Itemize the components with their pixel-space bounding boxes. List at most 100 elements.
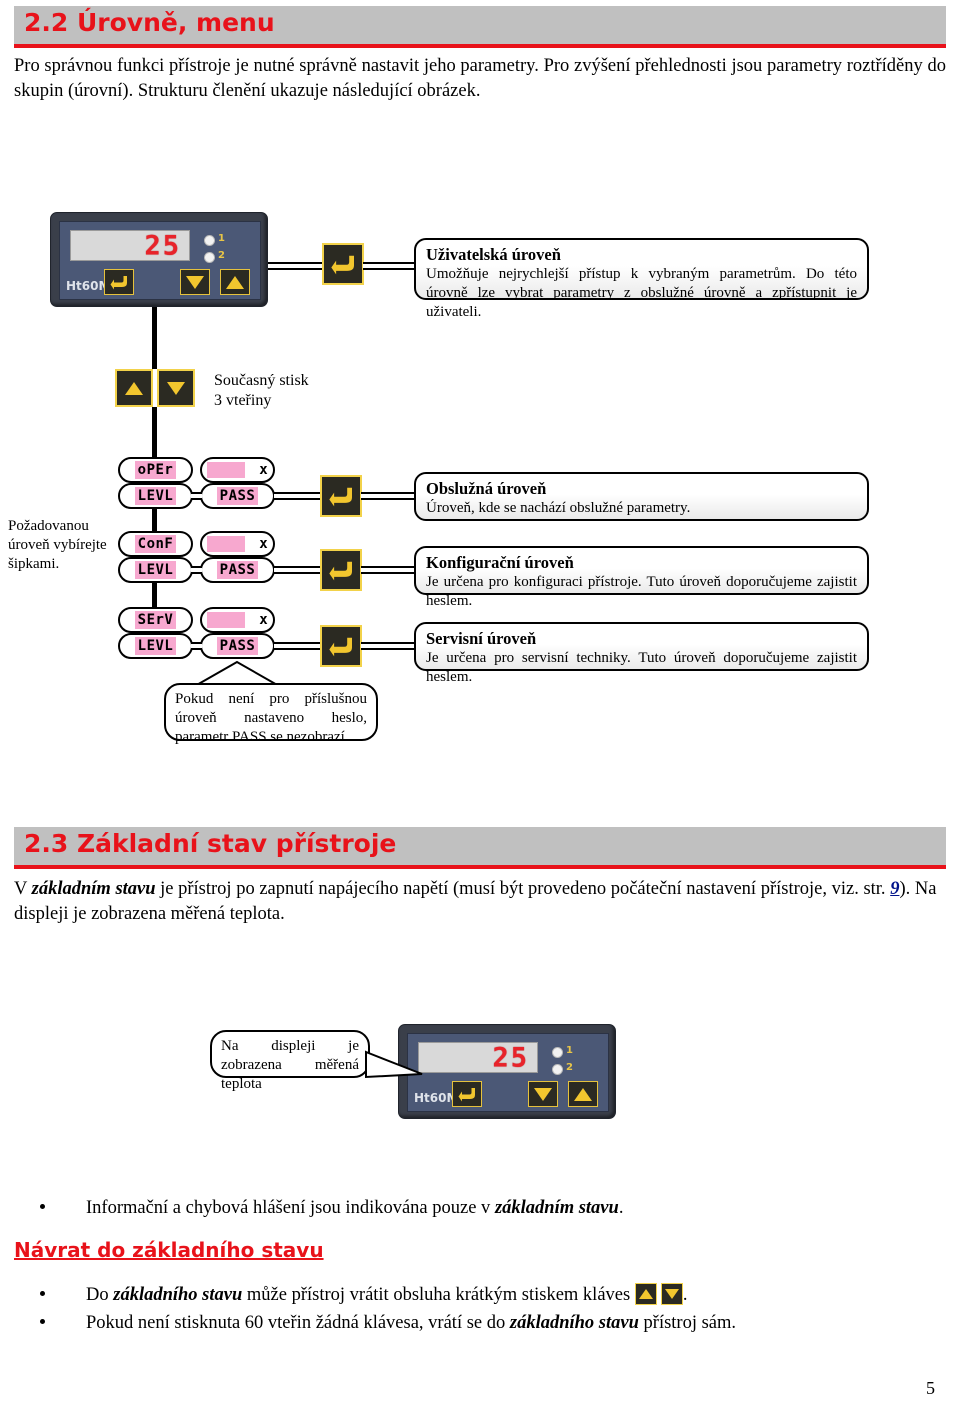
pass-value-blank-2 bbox=[207, 536, 246, 552]
section-2-3-rule bbox=[14, 865, 946, 869]
section-2-2-header-bar: 2.2 Úrovně, menu bbox=[14, 6, 946, 44]
led-label-1: 1 bbox=[218, 233, 225, 244]
connector-pass-to-enter-2 bbox=[274, 566, 322, 574]
config-level-description-box: Konfigurační úroveň Je určena pro konfig… bbox=[414, 546, 869, 609]
operator-level-description-box: Obslužná úroveň Úroveň, kde se nachází o… bbox=[414, 472, 869, 521]
pass-value-x-3: x bbox=[259, 612, 268, 628]
operator-level-body: Úroveň, kde se nachází obslužné parametr… bbox=[426, 500, 691, 516]
inline-up-key bbox=[634, 1283, 657, 1305]
bullet3-part-c: přístroj sám. bbox=[638, 1313, 737, 1333]
enter-arrow-icon bbox=[453, 1082, 481, 1106]
bullet-timeout-return: Pokud není stisknuta 60 vteřin žádná klá… bbox=[40, 1311, 900, 1336]
bullet1-part-a: Informační a chybová hlášení jsou indiko… bbox=[86, 1198, 495, 1218]
level-pass-pill-x-1: x bbox=[200, 457, 275, 483]
triangle-up-icon bbox=[569, 1082, 597, 1106]
pass-note-text: Pokud není pro příslušnou úroveň nastave… bbox=[175, 691, 367, 745]
led-label-2-bottom: 2 bbox=[566, 1062, 573, 1073]
connector-levl-pass-3 bbox=[191, 642, 202, 650]
simultaneous-press-note: Současný stisk 3 vteřiny bbox=[214, 371, 434, 411]
intro-part-a: V bbox=[14, 879, 32, 899]
enter-arrow-icon bbox=[324, 245, 362, 283]
level-pass-pill-3: PASS bbox=[200, 633, 275, 659]
pass-value-x-2: x bbox=[259, 536, 268, 552]
device-enter-key-bottom[interactable] bbox=[452, 1081, 482, 1107]
bullet2-part-b: základního stavu bbox=[113, 1285, 243, 1305]
bullet2-part-c: může přístroj vrátit obsluha krátkým sti… bbox=[242, 1285, 631, 1305]
select-note-line-1: Požadovanou bbox=[8, 518, 89, 534]
user-level-description-box: Uživatelská úroveň Umožňuje nejrychlejší… bbox=[414, 238, 869, 320]
service-level-body: Je určena pro servisní techniky. Tuto úr… bbox=[426, 650, 857, 685]
led-indicator-1 bbox=[204, 235, 215, 246]
level-code-pill-levl-3: LEVL bbox=[118, 633, 193, 659]
level-code-pill-conf: ConF bbox=[118, 531, 193, 557]
enter-arrow-icon bbox=[322, 551, 360, 589]
select-note-line-2: úroveň vybírejte bbox=[8, 537, 107, 553]
device-display-value-bottom: 25 bbox=[492, 1042, 529, 1073]
connector-enter-to-desc-3 bbox=[361, 642, 418, 650]
inline-down-key bbox=[660, 1283, 683, 1305]
enter-arrow-icon bbox=[322, 627, 360, 665]
select-note-line-3: šipkami. bbox=[8, 556, 60, 572]
section-2-3-intro-paragraph: V základním stavu je přístroj po zapnutí… bbox=[14, 877, 946, 927]
level-code-levl-2: LEVL bbox=[134, 561, 177, 579]
connector-levl-pass-2 bbox=[191, 566, 202, 574]
connector-enter-to-desc-1 bbox=[361, 492, 418, 500]
triangle-down-icon bbox=[529, 1082, 557, 1106]
page-number: 5 bbox=[926, 1378, 935, 1398]
enter-arrow-icon bbox=[105, 270, 133, 294]
triangle-up-icon bbox=[636, 1284, 656, 1304]
diagram-enter-key-user bbox=[322, 243, 364, 285]
level-pass-pill-1: PASS bbox=[200, 483, 275, 509]
device-display-value: 25 bbox=[144, 230, 181, 261]
device-faceplate: 25 1 2 Ht60M bbox=[59, 221, 261, 300]
user-level-title: Uživatelská úroveň bbox=[426, 245, 561, 264]
device-enter-key[interactable] bbox=[104, 269, 134, 295]
level-code-pill-serv: SErV bbox=[118, 607, 193, 633]
section-2-2-rule bbox=[14, 44, 946, 48]
section-2-2-intro-paragraph: Pro správnou funkci přístroje je nutné s… bbox=[14, 56, 946, 101]
service-level-description-box: Servisní úroveň Je určena pro servisní t… bbox=[414, 622, 869, 685]
led-label-2: 2 bbox=[218, 250, 225, 261]
pass-label-3: PASS bbox=[216, 637, 259, 655]
service-level-title: Servisní úroveň bbox=[426, 629, 537, 648]
level-pass-pill-x-2: x bbox=[200, 531, 275, 557]
pass-note-bubble: Pokud není pro příslušnou úroveň nastave… bbox=[164, 683, 378, 745]
bullet-return-by-keys: Do základního stavu může přístroj vrátit… bbox=[40, 1283, 900, 1308]
bullet-return-by-keys-text: Do základního stavu může přístroj vrátit… bbox=[86, 1283, 900, 1308]
led-label-1-bottom: 1 bbox=[566, 1045, 573, 1056]
bullet2-part-d: . bbox=[682, 1285, 688, 1305]
section-2-3-title: 2.3 Základní stav přístroje bbox=[24, 829, 397, 858]
display-callout-bubble: Na displeji je zobrazena měřená teplota bbox=[210, 1030, 370, 1092]
led-indicator-2-bottom bbox=[552, 1064, 563, 1075]
diagram-trunk-line-upper bbox=[152, 307, 157, 369]
press-note-line-2: 3 vteřiny bbox=[214, 392, 272, 409]
diagram-enter-key-serv bbox=[320, 625, 362, 667]
device-up-key-bottom[interactable] bbox=[568, 1081, 598, 1107]
connector-levl-pass-1 bbox=[191, 492, 202, 500]
led-indicator-2 bbox=[204, 252, 215, 263]
level-code-pill-oper: oPEr bbox=[118, 457, 193, 483]
level-code-levl-1: LEVL bbox=[134, 487, 177, 505]
connector-enter-to-user-box bbox=[363, 262, 418, 270]
device-up-key[interactable] bbox=[220, 269, 250, 295]
level-code-oper: oPEr bbox=[134, 461, 177, 479]
connector-device-to-enter bbox=[268, 262, 324, 270]
level-code-pill-levl-2: LEVL bbox=[118, 557, 193, 583]
bullet-marker bbox=[40, 1204, 45, 1209]
device-down-key-bottom[interactable] bbox=[528, 1081, 558, 1107]
device-faceplate-bottom: 25 1 2 Ht60M bbox=[407, 1033, 609, 1112]
connector-pass-to-enter-1 bbox=[274, 492, 322, 500]
led-indicator-1-bottom bbox=[552, 1047, 563, 1058]
press-note-line-1: Současný stisk bbox=[214, 372, 309, 389]
triangle-down-icon bbox=[662, 1284, 682, 1304]
user-level-body: Umožňuje nejrychlejší přístup k vybraným… bbox=[426, 266, 857, 320]
diagram-up-key bbox=[115, 369, 153, 407]
diagram-enter-key-oper bbox=[320, 475, 362, 517]
triangle-up-icon bbox=[117, 371, 151, 405]
bullet3-part-b: základního stavu bbox=[509, 1313, 639, 1333]
device-down-key[interactable] bbox=[180, 269, 210, 295]
pass-value-blank-1 bbox=[207, 462, 246, 478]
bullet3-part-a: Pokud není stisknuta 60 vteřin žádná klá… bbox=[86, 1313, 510, 1333]
bullet2-part-a: Do bbox=[86, 1285, 114, 1305]
device-display-screen-bottom: 25 bbox=[418, 1042, 538, 1073]
